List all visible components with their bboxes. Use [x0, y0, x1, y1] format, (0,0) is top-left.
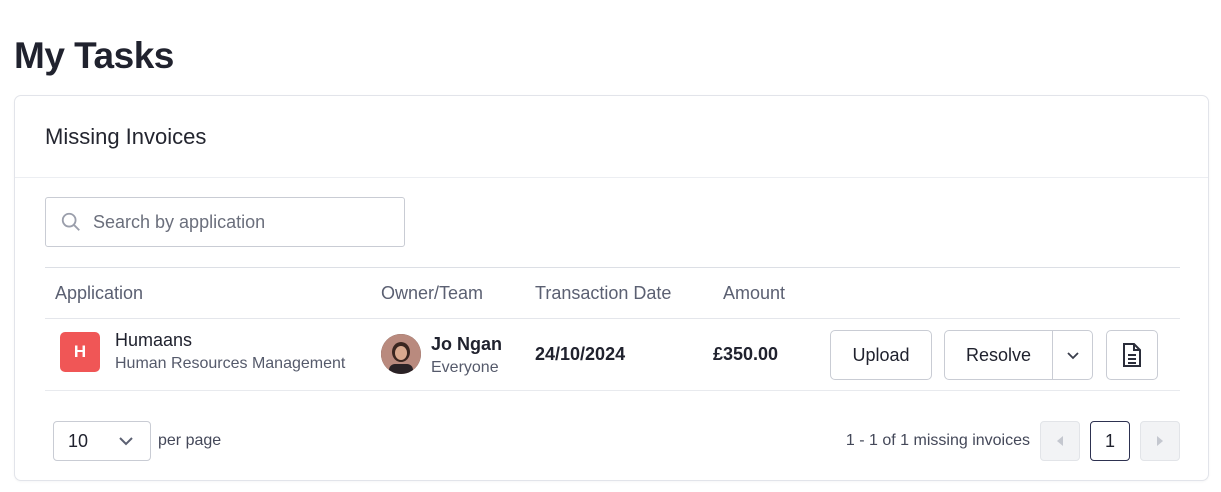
per-page-value: 10: [68, 430, 89, 451]
resolve-menu-toggle[interactable]: [1053, 331, 1092, 379]
page-title: My Tasks: [14, 34, 174, 76]
search-box[interactable]: [45, 197, 405, 247]
column-header-application: Application: [55, 283, 144, 303]
column-header-transaction-date: Transaction Date: [535, 283, 672, 303]
column-header-owner-team: Owner/Team: [381, 283, 484, 303]
pagination-summary: 1 - 1 of 1 missing invoices: [845, 432, 1030, 449]
table-row: H Humaans Human Resources Management Jo …: [45, 319, 1180, 391]
per-page-label: per page: [158, 432, 222, 449]
search-icon: [61, 212, 80, 231]
chevron-down-icon: [1066, 352, 1079, 360]
table-footer: 10 per page 1 - 1 of 1 missing invoices …: [45, 421, 1180, 461]
owner-team: Everyone: [431, 359, 499, 376]
owner-name: Jo Ngan: [431, 334, 503, 354]
upload-button[interactable]: Upload: [830, 330, 932, 380]
view-document-button[interactable]: [1106, 330, 1158, 380]
avatar: [381, 334, 421, 374]
caret-left-icon: [1057, 436, 1063, 446]
next-page-button[interactable]: [1140, 421, 1180, 461]
caret-right-icon: [1157, 436, 1163, 446]
previous-page-button[interactable]: [1040, 421, 1080, 461]
app-name: Humaans: [115, 330, 193, 350]
chevron-down-icon: [119, 437, 133, 446]
table-header: Application Owner/Team Transaction Date …: [45, 268, 1180, 319]
card-header: Missing Invoices: [15, 96, 1208, 178]
missing-invoices-card: Missing Invoices Application Owner/Team …: [14, 95, 1209, 481]
transaction-date: 24/10/2024: [535, 344, 626, 364]
app-logo: H: [60, 332, 100, 372]
resolve-button[interactable]: Resolve: [945, 331, 1053, 379]
column-header-amount: Amount: [723, 283, 786, 303]
search-input[interactable]: [91, 210, 385, 234]
per-page-select[interactable]: 10: [53, 421, 151, 461]
resolve-split-button: Resolve: [944, 330, 1093, 380]
amount: £350.00: [713, 344, 779, 364]
app-category: Human Resources Management: [115, 355, 346, 372]
card-title: Missing Invoices: [45, 124, 207, 149]
page-number-button[interactable]: 1: [1090, 421, 1130, 461]
document-icon: [1123, 343, 1141, 367]
